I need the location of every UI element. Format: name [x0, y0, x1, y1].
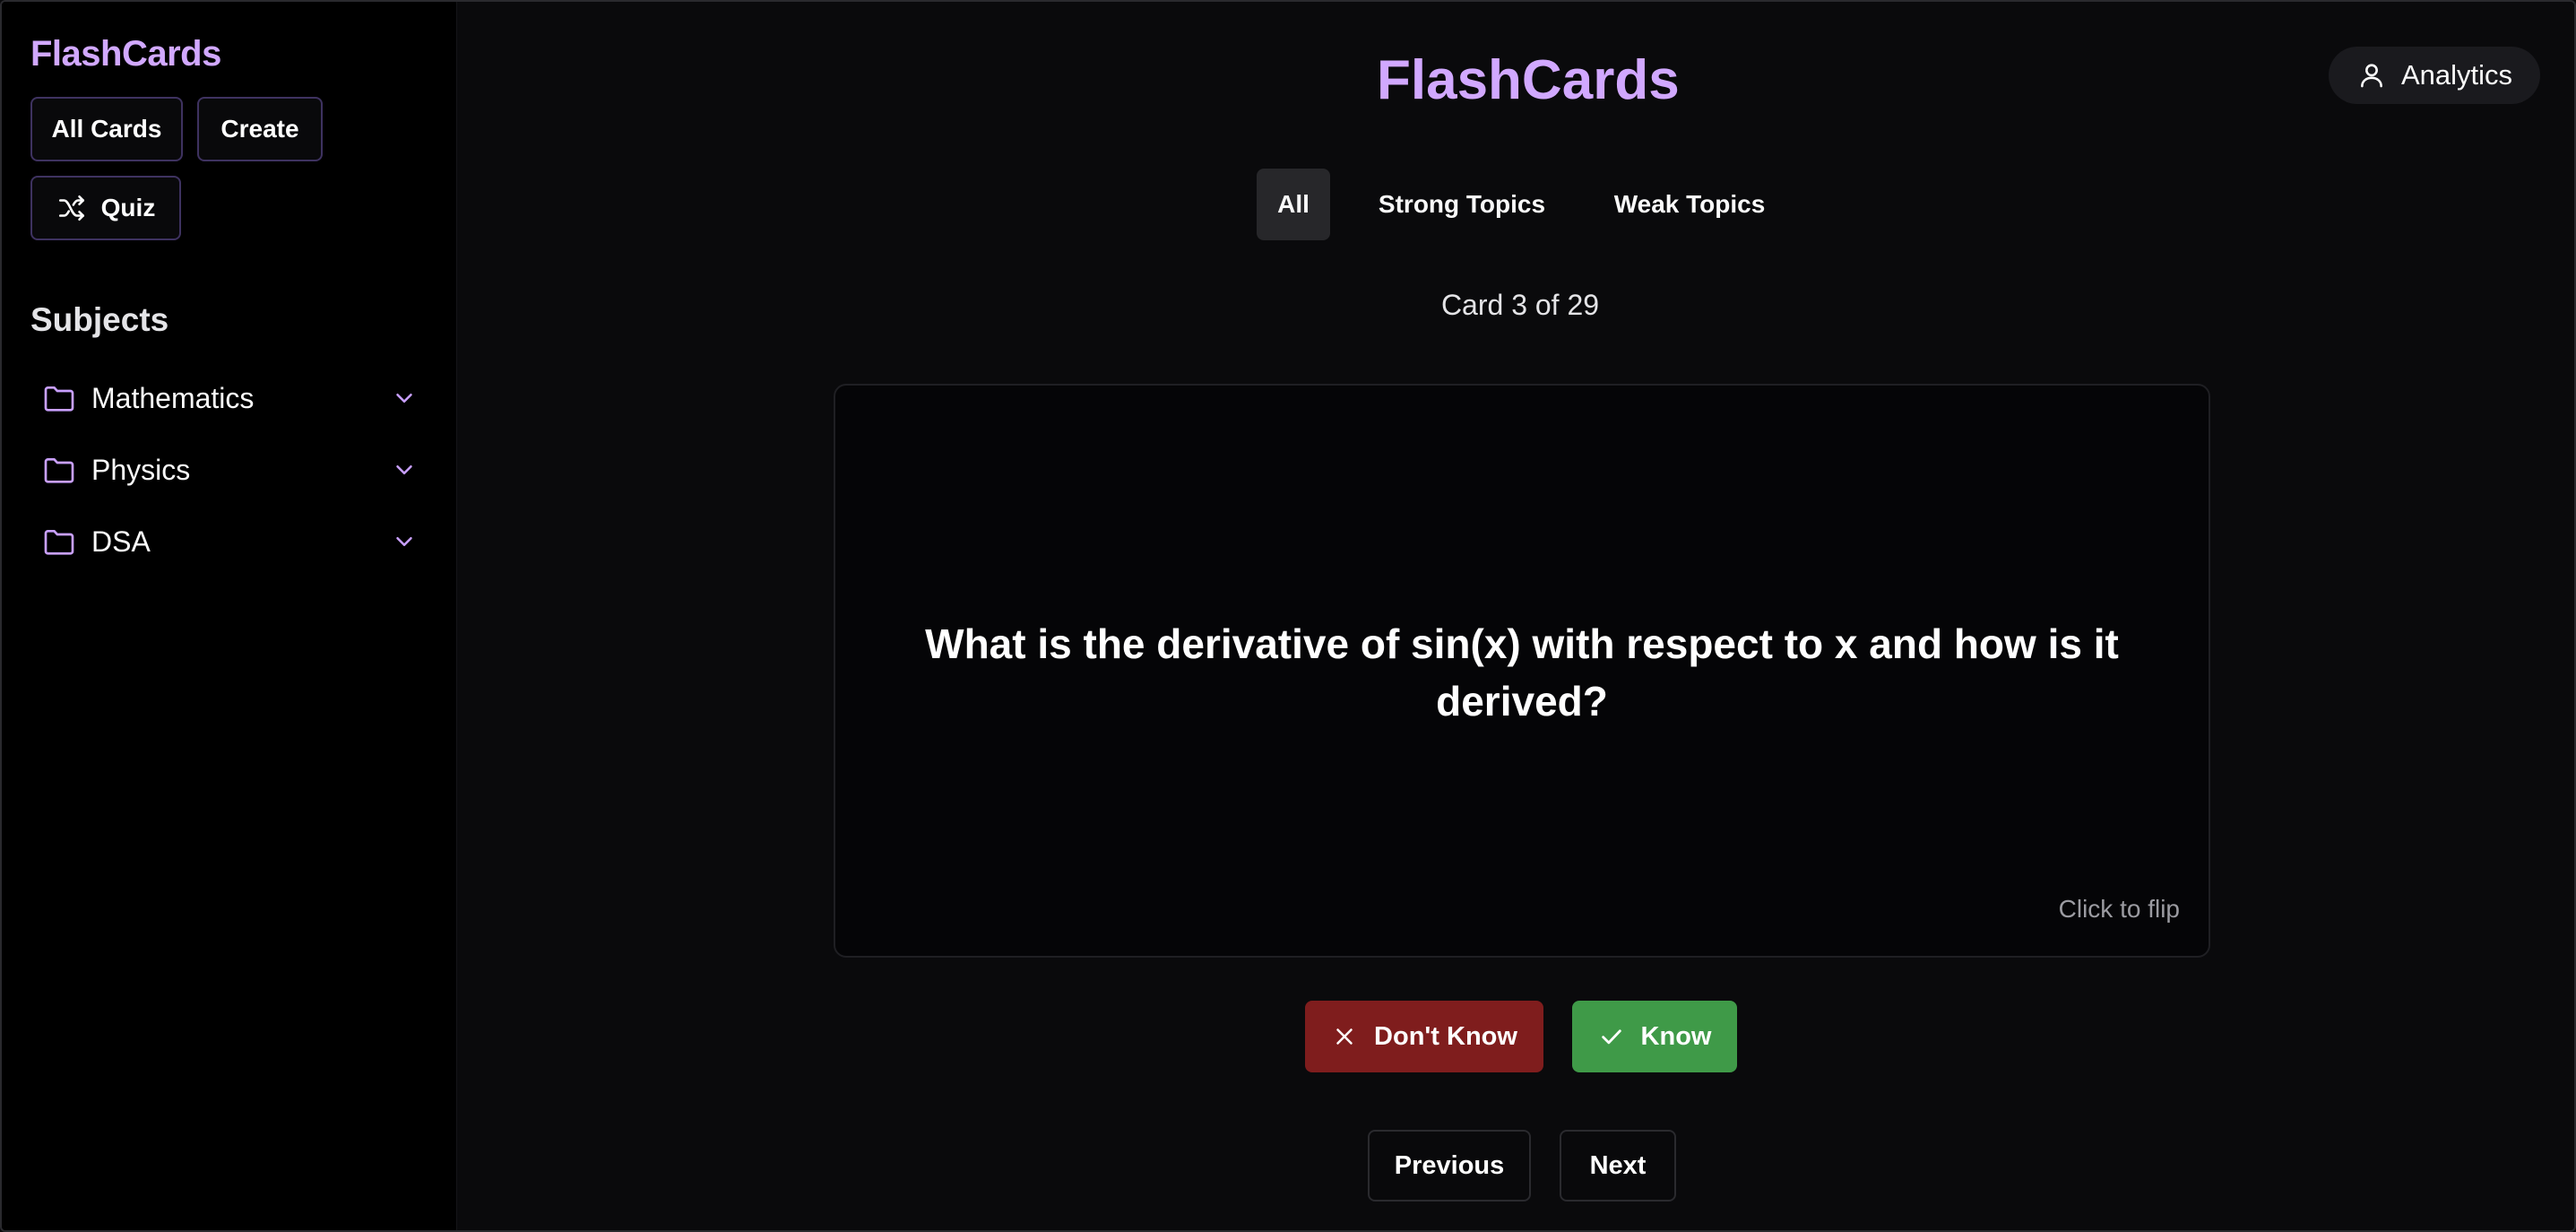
all-cards-label: All Cards [51, 115, 162, 143]
sidebar: FlashCards All Cards Create Quiz Subject… [2, 2, 457, 1230]
analytics-label: Analytics [2400, 59, 2513, 91]
dont-know-button[interactable]: Don't Know [1305, 1001, 1543, 1072]
chevron-down-icon[interactable] [391, 385, 418, 412]
subject-label: Mathematics [91, 381, 255, 414]
subjects-heading: Subjects [30, 301, 169, 338]
flip-hint: Click to flip [2058, 895, 2180, 923]
check-icon [1601, 1029, 1621, 1045]
tab-label: Weak Topics [1613, 190, 1766, 218]
sidebar-brand: FlashCards [30, 34, 221, 74]
know-button[interactable]: Know [1572, 1001, 1737, 1072]
analytics-button[interactable]: Analytics [2329, 47, 2540, 104]
user-icon [2361, 64, 2382, 88]
x-icon [1336, 1028, 1353, 1045]
dont-know-label: Don't Know [1374, 1021, 1517, 1051]
shuffle-icon [58, 195, 84, 221]
tab-label: Strong Topics [1378, 190, 1546, 218]
next-label: Next [1589, 1150, 1647, 1180]
subject-item-physics[interactable]: Physics [41, 443, 418, 497]
next-button[interactable]: Next [1560, 1130, 1676, 1202]
flashcard[interactable]: What is the derivative of sin(x) with re… [834, 384, 2210, 958]
subject-label: Physics [91, 453, 191, 486]
previous-button[interactable]: Previous [1368, 1130, 1531, 1202]
folder-icon [44, 386, 74, 412]
folder-icon [44, 530, 74, 555]
card-counter: Card 3 of 29 [1440, 289, 1600, 321]
subject-label: DSA [91, 525, 151, 558]
app-window: FlashCards All Cards Create Quiz Subject… [0, 0, 2576, 1232]
card-question: What is the derivative of sin(x) with re… [925, 620, 2119, 724]
tab-weak-topics[interactable]: Weak Topics [1594, 169, 1785, 240]
all-cards-button[interactable]: All Cards [30, 97, 183, 161]
page-title: FlashCards [1377, 49, 1680, 111]
folder-icon [44, 458, 74, 483]
chevron-down-icon[interactable] [391, 456, 418, 483]
know-label: Know [1640, 1021, 1712, 1051]
chevron-down-icon[interactable] [391, 528, 418, 555]
tab-label: All [1277, 190, 1310, 218]
create-button[interactable]: Create [197, 97, 323, 161]
create-label: Create [220, 115, 299, 143]
tab-all[interactable]: All [1257, 169, 1330, 240]
previous-label: Previous [1394, 1150, 1505, 1180]
subject-item-dsa[interactable]: DSA [41, 515, 418, 568]
quiz-label: Quiz [100, 194, 156, 221]
subject-item-mathematics[interactable]: Mathematics [41, 371, 418, 425]
tab-strong-topics[interactable]: Strong Topics [1366, 169, 1558, 240]
quiz-button[interactable]: Quiz [30, 176, 181, 240]
